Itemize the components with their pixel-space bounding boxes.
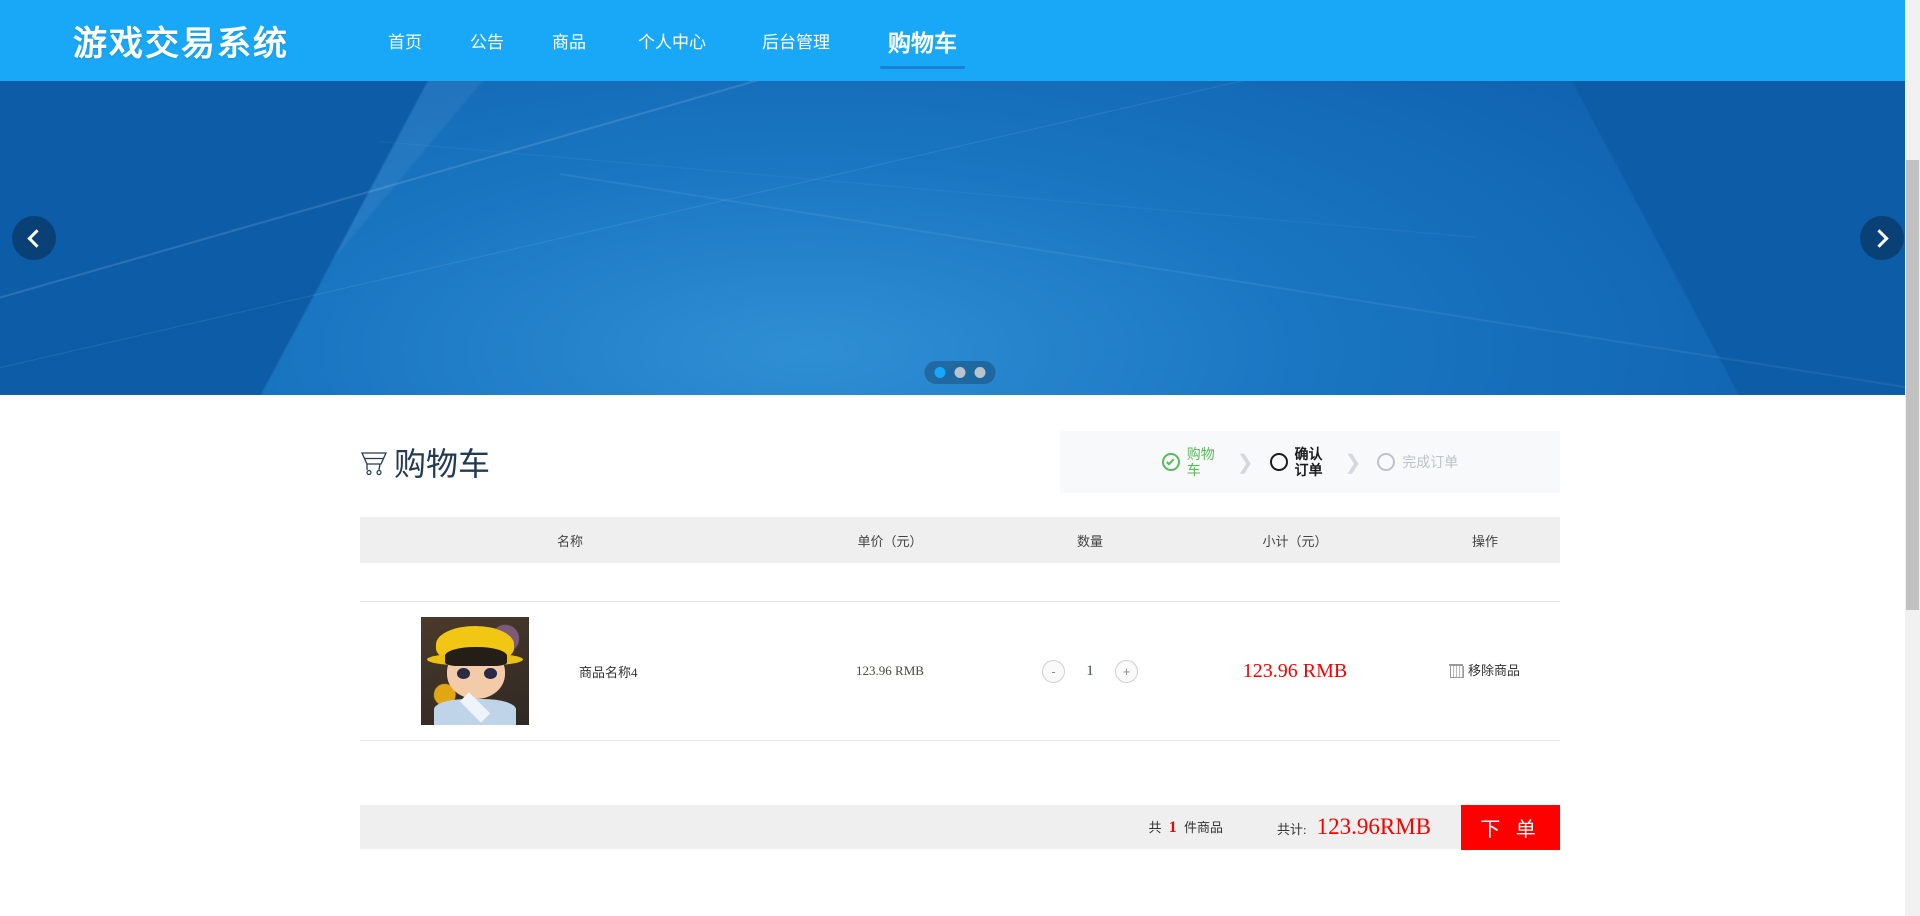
step-cart: 购物车 xyxy=(1161,446,1221,478)
main-content: 购物车 购物车 ❯ 确认订单 ❯ 完成订单 名称 单价（元） 数量 小计（元） … xyxy=(0,395,1920,850)
trash-icon xyxy=(1448,663,1464,678)
nav-item-admin[interactable]: 后台管理 xyxy=(734,0,858,81)
check-circle-icon xyxy=(1161,453,1180,471)
total-value: 123.96RMB xyxy=(1316,814,1431,839)
carousel-dots xyxy=(924,361,996,384)
site-brand: 游戏交易系统 xyxy=(73,25,289,63)
remove-item-button[interactable]: 移除商品 xyxy=(1448,660,1520,679)
carousel-dot-3[interactable] xyxy=(974,367,986,378)
column-header-subtotal: 小计（元） xyxy=(1262,533,1328,549)
total-amount: 共计: 123.96RMB xyxy=(1277,814,1431,840)
nav-item-cart[interactable]: 购物车 xyxy=(858,0,987,81)
quantity-increase-button[interactable]: + xyxy=(1115,659,1138,683)
shopping-cart-icon xyxy=(360,448,390,476)
cart-table-body: 商品名称4 123.96 RMB - 1 + 123.96 RMB 移除商品 xyxy=(360,601,1560,741)
product-price: 123.96 RMB xyxy=(780,662,1000,680)
nav-item-announcements[interactable]: 公告 xyxy=(446,0,528,81)
carousel-prev-arrow-icon[interactable] xyxy=(12,216,56,260)
item-count-value: 1 xyxy=(1168,819,1177,836)
step-complete-order: 完成订单 xyxy=(1377,453,1458,471)
column-header-quantity: 数量 xyxy=(1076,533,1103,549)
page-title: 购物车 xyxy=(360,439,490,485)
step-confirm-order: 确认订单 xyxy=(1269,446,1329,478)
cart-header: 购物车 购物车 ❯ 确认订单 ❯ 完成订单 xyxy=(360,395,1560,517)
step-separator-icon: ❯ xyxy=(1344,451,1362,474)
nav-item-products[interactable]: 商品 xyxy=(528,0,610,81)
page-title-text: 购物车 xyxy=(394,446,491,482)
product-name: 商品名称4 xyxy=(579,664,638,680)
carousel-dot-2[interactable] xyxy=(954,367,966,378)
cart-table-header: 名称 单价（元） 数量 小计（元） 操作 xyxy=(360,517,1560,563)
product-subtotal-text: 123.96 RMB xyxy=(1242,659,1348,682)
circle-icon xyxy=(1377,453,1396,471)
product-subtotal: 123.96 RMB xyxy=(1180,660,1410,683)
column-header-action: 操作 xyxy=(1471,533,1498,549)
item-count-prefix: 共 xyxy=(1148,820,1162,835)
quantity-stepper: - 1 + xyxy=(1000,659,1180,683)
item-count: 共 1 件商品 xyxy=(1148,817,1223,837)
table-row: 商品名称4 123.96 RMB - 1 + 123.96 RMB 移除商品 xyxy=(360,601,1560,740)
row-actions: 移除商品 xyxy=(1410,660,1560,682)
carousel-dot-1[interactable] xyxy=(934,367,946,378)
page-scrollbar[interactable] xyxy=(1905,0,1920,916)
cart-footer-bar: 共 1 件商品 共计: 123.96RMB 下 单 xyxy=(360,804,1560,850)
product-thumbnail[interactable] xyxy=(421,617,529,725)
product-cell: 商品名称4 xyxy=(360,617,780,725)
top-navbar: 游戏交易系统 首页 公告 商品 个人中心 后台管理 购物车 xyxy=(0,0,1920,81)
step-cart-label: 购物车 xyxy=(1186,446,1215,478)
nav-items: 首页 公告 商品 个人中心 后台管理 购物车 xyxy=(364,0,987,81)
checkout-steps: 购物车 ❯ 确认订单 ❯ 完成订单 xyxy=(1060,431,1560,493)
place-order-button[interactable]: 下 单 xyxy=(1461,804,1560,850)
quantity-decrease-button[interactable]: - xyxy=(1042,659,1065,683)
quantity-value[interactable]: 1 xyxy=(1083,663,1097,680)
total-label: 共计: xyxy=(1276,822,1307,837)
nav-item-profile[interactable]: 个人中心 xyxy=(610,0,734,81)
cart-container: 购物车 购物车 ❯ 确认订单 ❯ 完成订单 名称 单价（元） 数量 小计（元） … xyxy=(360,395,1560,850)
product-price-text: 123.96 RMB xyxy=(856,663,924,678)
circle-icon xyxy=(1269,453,1288,471)
carousel-next-arrow-icon[interactable] xyxy=(1860,216,1904,260)
step-confirm-order-label: 确认订单 xyxy=(1294,446,1323,478)
item-count-suffix: 件商品 xyxy=(1183,820,1223,835)
column-header-name: 名称 xyxy=(556,533,583,549)
scrollbar-thumb[interactable] xyxy=(1906,160,1919,610)
step-complete-order-label: 完成订单 xyxy=(1402,454,1459,470)
hero-carousel xyxy=(0,81,1920,395)
remove-item-label: 移除商品 xyxy=(1467,663,1520,679)
step-separator-icon: ❯ xyxy=(1236,451,1254,474)
column-header-price: 单价（元） xyxy=(857,533,923,549)
nav-item-home[interactable]: 首页 xyxy=(364,0,446,81)
